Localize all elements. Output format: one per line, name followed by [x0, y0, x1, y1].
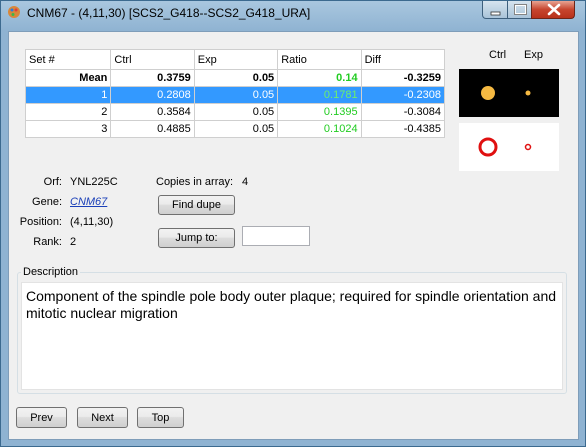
copies-value: 4: [242, 176, 249, 188]
gene-label: Gene:: [32, 196, 62, 208]
col-ratio[interactable]: Ratio: [277, 49, 362, 70]
cell-diff: -0.4385: [360, 120, 446, 138]
window-title: CNM67 - (4,11,30) [SCS2_G418--SCS2_G418_…: [27, 6, 311, 20]
mean-ratio: 0.14: [277, 69, 362, 87]
col-ctrl[interactable]: Ctrl: [110, 49, 195, 70]
exp-spot: [525, 90, 531, 96]
cell-ctrl: 0.3584: [110, 103, 195, 121]
palette-icon: [8, 6, 20, 18]
cell-exp: 0.05: [193, 120, 279, 138]
table-row[interactable]: 3 0.4885 0.05 0.1024 -0.4385: [24, 120, 446, 138]
table-row[interactable]: 2 0.3584 0.05 0.1395 -0.3084: [24, 103, 446, 121]
position-value: (4,11,30): [70, 216, 114, 228]
spot-outline-image: [478, 137, 532, 157]
jump-to-button[interactable]: Jump to:: [158, 228, 235, 248]
cell-diff: -0.2308: [360, 86, 446, 104]
col-exp[interactable]: Exp: [193, 49, 279, 70]
table-row[interactable]: 1 0.2808 0.05 0.1781 -0.2308: [24, 86, 446, 104]
cell-set: 2: [24, 103, 112, 121]
description-text[interactable]: Component of the spindle pole body outer…: [21, 282, 563, 390]
cell-diff: -0.3084: [360, 103, 446, 121]
cell-set: 3: [24, 120, 112, 138]
prev-button[interactable]: Prev: [16, 407, 67, 428]
copies-label: Copies in array:: [156, 176, 234, 188]
spot-image-outline: [459, 123, 559, 171]
minimize-button[interactable]: [482, 1, 508, 19]
cell-ratio: 0.1024: [277, 120, 362, 138]
top-button[interactable]: Top: [137, 407, 184, 428]
close-button[interactable]: [531, 1, 575, 19]
maximize-button[interactable]: [507, 1, 532, 19]
cell-exp: 0.05: [193, 86, 279, 104]
cell-ratio: 0.1395: [277, 103, 362, 121]
rank-label: Rank:: [33, 236, 62, 248]
mean-label: Mean: [24, 69, 112, 87]
ctrl-ring: [478, 137, 498, 157]
cell-ctrl: 0.4885: [110, 120, 195, 138]
mean-diff: -0.3259: [360, 69, 446, 87]
title-bar[interactable]: CNM67 - (4,11,30) [SCS2_G418--SCS2_G418_…: [1, 1, 585, 25]
cell-ratio: 0.1781: [277, 86, 362, 104]
col-diff[interactable]: Diff: [360, 49, 446, 70]
main-panel: Set # Ctrl Exp Ratio Diff Mean 0.3759 0.…: [8, 31, 579, 440]
next-button[interactable]: Next: [77, 407, 128, 428]
jump-to-input[interactable]: [242, 226, 310, 246]
results-table: Set # Ctrl Exp Ratio Diff Mean 0.3759 0.…: [24, 49, 446, 138]
thumb-exp-label: Exp: [524, 49, 543, 61]
table-header: Set # Ctrl Exp Ratio Diff: [24, 49, 446, 70]
col-set[interactable]: Set #: [24, 49, 112, 70]
cell-set: 1: [24, 86, 112, 104]
find-dupe-button[interactable]: Find dupe: [158, 195, 235, 215]
description-title: Description: [21, 266, 81, 278]
maximize-icon: [514, 4, 527, 15]
mean-exp: 0.05: [193, 69, 279, 87]
minimize-icon: [490, 11, 501, 16]
spot-image-color: [459, 69, 559, 117]
app-window: CNM67 - (4,11,30) [SCS2_G418--SCS2_G418_…: [0, 0, 586, 447]
gene-link[interactable]: CNM67: [70, 196, 107, 208]
cell-exp: 0.05: [193, 103, 279, 121]
orf-label: Orf:: [43, 176, 62, 188]
exp-ring: [524, 143, 532, 151]
close-icon: [547, 3, 561, 16]
thumb-ctrl-label: Ctrl: [489, 49, 507, 61]
orf-value: YNL225C: [70, 176, 118, 188]
ctrl-spot: [481, 86, 495, 100]
rank-value: 2: [70, 236, 77, 248]
mean-ctrl: 0.3759: [110, 69, 195, 87]
spot-image: [481, 86, 531, 100]
position-label: Position:: [19, 216, 62, 228]
cell-ctrl: 0.2808: [110, 86, 195, 104]
mean-row[interactable]: Mean 0.3759 0.05 0.14 -0.3259: [24, 69, 446, 87]
